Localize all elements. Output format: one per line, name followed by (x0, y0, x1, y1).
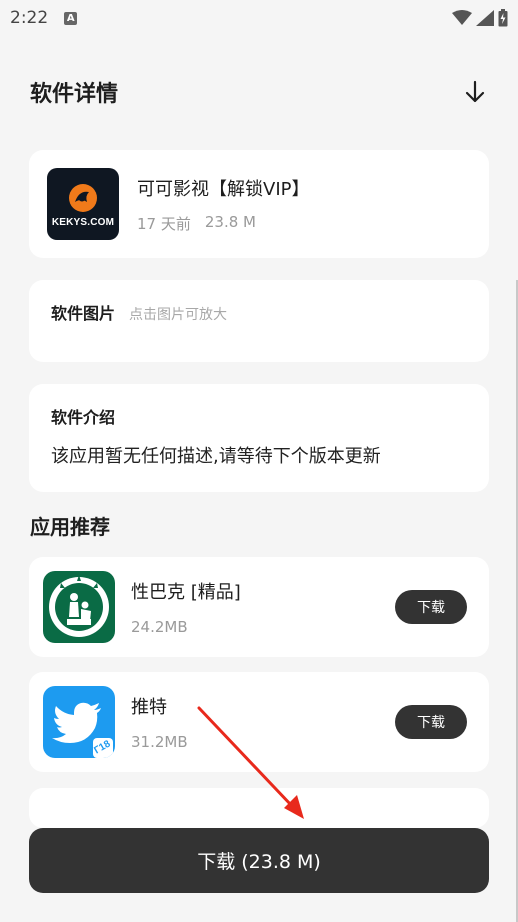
twitter-bird-icon: Г18 (43, 686, 115, 758)
rec-name: 推特 (131, 697, 167, 718)
rec-name: 性巴克 [精品] (131, 582, 241, 603)
page-title: 软件详情 (30, 82, 119, 107)
app-summary-card: KEKYS.COM 可可影视【解锁VIP】 17 天前 23.8 M (29, 150, 489, 258)
images-hint: 点击图片可放大 (129, 307, 228, 323)
download-button[interactable]: 下载 (395, 590, 467, 624)
app-intro-card: 软件介绍 该应用暂无任何描述,请等待下个版本更新 (29, 384, 489, 492)
rec-info: 性巴克 [精品] 24.2MB (131, 578, 241, 636)
starbucks-parody-icon (43, 571, 115, 643)
app-info: 可可影视【解锁VIP】 17 天前 23.8 M (137, 175, 309, 234)
arrow-down-icon[interactable] (460, 77, 490, 107)
app-size: 23.8 M (204, 212, 256, 231)
list-item-partial[interactable] (29, 788, 489, 828)
wifi-icon (452, 10, 472, 25)
images-label: 软件图片 (51, 304, 116, 323)
page-header: 软件详情 (30, 72, 490, 112)
list-item[interactable]: 性巴克 [精品] 24.2MB 下载 (29, 557, 489, 657)
intro-label: 软件介绍 (51, 408, 116, 427)
main-download-button[interactable]: 下载 (23.8 M) (29, 828, 489, 893)
rec-size: 24.2MB (131, 618, 188, 636)
status-icons (452, 9, 508, 27)
app-meta: 17 天前 23.8 M (137, 213, 309, 234)
kekys-logo-icon (69, 184, 97, 212)
status-bar: 2:22 A (0, 0, 518, 36)
notification-a-icon: A (64, 11, 78, 25)
rec-size: 31.2MB (131, 733, 188, 751)
list-item[interactable]: Г18 推特 31.2MB 下载 (29, 672, 489, 772)
app-logo: KEKYS.COM (47, 168, 119, 240)
recommend-heading: 应用推荐 (30, 515, 110, 539)
rec-info: 推特 31.2MB (131, 693, 188, 751)
download-button[interactable]: 下载 (395, 705, 467, 739)
app-logo-text: KEKYS.COM (51, 217, 115, 228)
battery-icon (498, 9, 508, 27)
status-time: 2:22 (10, 8, 49, 28)
app-age: 17 天前 (137, 214, 191, 233)
app-images-card[interactable]: 软件图片 点击图片可放大 (29, 280, 489, 362)
intro-text: 该应用暂无任何描述,请等待下个版本更新 (51, 446, 381, 467)
app-name: 可可影视【解锁VIP】 (137, 178, 310, 200)
signal-icon (476, 10, 494, 26)
